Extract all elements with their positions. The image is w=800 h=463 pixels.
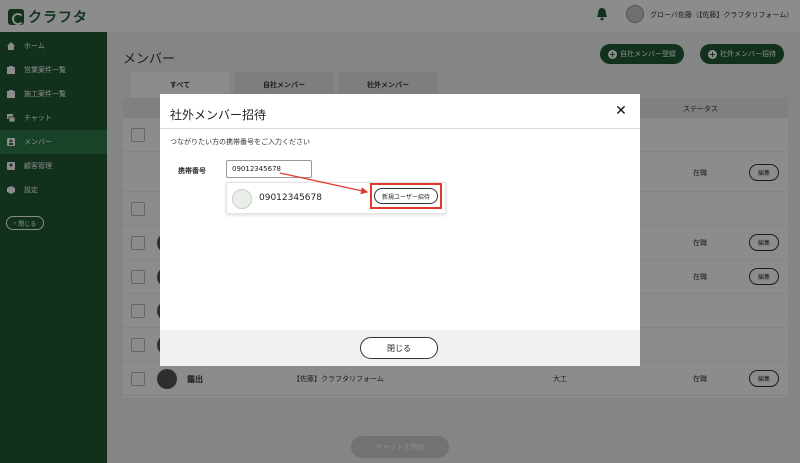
invite-external-member-modal: 社外メンバー招待 ✕ つながりたい方の携帯番号をご入力ください 携帯番号 090… [160, 94, 640, 366]
close-button[interactable]: 閉じる [360, 337, 438, 359]
annotation-arrow-icon [279, 172, 369, 195]
